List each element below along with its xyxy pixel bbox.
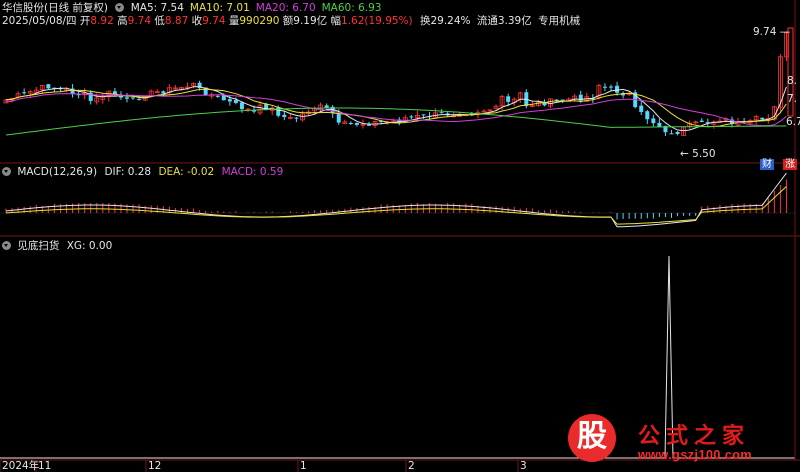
- signal-menu-icon[interactable]: [2, 241, 11, 250]
- quote-date: 2025/05/08/四: [2, 15, 77, 27]
- candle-body: [367, 124, 371, 126]
- amount-value: 9.19亿: [293, 15, 328, 27]
- candle-body: [22, 92, 27, 94]
- macd-indicator: [0, 172, 795, 228]
- ma-legend-item: MA20: 6.70: [255, 2, 316, 14]
- close-label: 收: [191, 15, 203, 27]
- macd-dea: DEA: -0.02: [158, 166, 215, 178]
- min-price-label: ← 5.50: [680, 148, 716, 160]
- rise-badge[interactable]: 涨: [783, 159, 798, 170]
- turnover-value: 换29.24%: [419, 15, 471, 27]
- axis-price-2: 7.: [787, 93, 798, 105]
- close-value: 9.74: [202, 15, 226, 27]
- indicator-menu-icon[interactable]: [115, 3, 125, 12]
- site-watermark: 股 公式之家 www.gszj100.com: [558, 412, 800, 472]
- candle-body: [760, 117, 765, 120]
- volume-value: 990290: [239, 15, 280, 27]
- candle-body: [282, 114, 287, 118]
- signal-xg: XG: 0.00: [66, 240, 113, 252]
- time-axis: [0, 0, 800, 472]
- candle-body: [439, 112, 444, 114]
- candle-body: [699, 120, 704, 122]
- ma-legend-item: MA10: 7.01: [189, 2, 250, 14]
- candle-body: [125, 97, 129, 99]
- candle-body: [639, 105, 644, 112]
- candle-body: [336, 114, 341, 123]
- candle-body: [651, 118, 656, 124]
- change-value: 1.62(19.95%): [341, 15, 413, 27]
- macd-dif: DIF: 0.28: [104, 166, 152, 178]
- logo-text: 公式之家: [638, 423, 751, 449]
- badge-group: 财 涨: [760, 152, 798, 171]
- low-label: 低: [154, 15, 165, 27]
- candle-body: [602, 86, 607, 88]
- dea-line: [5, 186, 787, 225]
- candle-body: [481, 110, 487, 113]
- ma-legend-item: MA60: 6.93: [321, 2, 382, 14]
- candle-body: [215, 95, 220, 97]
- macd-header: MACD(12,26,9) DIF: 0.28 DEA: -0.02 MACD:…: [2, 166, 283, 178]
- candle-body: [615, 85, 620, 93]
- candle-body: [227, 99, 232, 102]
- ma-legend: MA5: 7.54 MA10: 7.01 MA20: 6.70 MA60: 6.93: [131, 2, 388, 14]
- high-value: 9.74: [127, 15, 152, 27]
- x-axis-label: 12: [148, 460, 162, 472]
- dif-line: [5, 172, 787, 228]
- macd-title[interactable]: MACD(12,26,9): [17, 166, 97, 178]
- signal-title[interactable]: 见底扫货: [17, 240, 59, 252]
- volume-label: 量: [228, 15, 240, 27]
- quote-info: 2025/05/08/四 开8.92 高9.74 低8.87 收9.74 量99…: [2, 15, 580, 27]
- candle-body: [645, 111, 650, 120]
- candle-body: [354, 122, 359, 125]
- candle-body: [46, 84, 51, 89]
- candle-body: [542, 102, 547, 106]
- axis-price-3: 6.78: [786, 116, 800, 128]
- candle-body: [294, 117, 299, 119]
- moving-average-lines: [5, 86, 787, 136]
- open-value: 8.92: [90, 15, 114, 27]
- x-axis-label: 3: [520, 460, 527, 472]
- candle-body: [506, 96, 511, 102]
- x-axis-label: 2: [408, 460, 415, 472]
- candle-body: [675, 131, 680, 134]
- signal-header: 见底扫货 XG: 0.00: [2, 240, 112, 252]
- candle-body: [669, 133, 674, 135]
- candle-body: [348, 123, 353, 125]
- candle-body: [161, 91, 166, 94]
- low-value: 8.87: [164, 15, 189, 27]
- stock-title[interactable]: 华信股份(日线 前复权): [2, 2, 108, 14]
- logo-url: www.gszj100.com: [638, 448, 753, 462]
- macd-menu-icon[interactable]: [2, 167, 11, 176]
- x-axis-label: 2024年: [2, 460, 40, 472]
- open-label: 开: [79, 15, 91, 27]
- x-axis-label: 11: [38, 460, 52, 472]
- finance-badge[interactable]: 财: [760, 159, 774, 170]
- candle-body: [131, 97, 136, 99]
- logo-glyph: 股: [568, 414, 616, 462]
- candle-body: [233, 100, 238, 103]
- axis-price-1: 8.: [787, 75, 798, 87]
- max-price-label: 9.74 —: [753, 26, 791, 38]
- amount-label: 额: [282, 15, 294, 27]
- candle-body: [137, 99, 142, 101]
- candle-body: [657, 122, 662, 127]
- x-axis-label: 1: [300, 460, 307, 472]
- candle-body: [609, 86, 613, 88]
- macd-value: MACD: 0.59: [221, 166, 284, 178]
- chart-canvas: [0, 0, 800, 472]
- candle-body: [560, 99, 565, 101]
- candle-body: [239, 102, 244, 110]
- candle-body: [409, 116, 414, 118]
- float-value: 流通3.39亿: [476, 15, 532, 27]
- industry-value: 专用机械: [538, 15, 581, 27]
- ma-legend-item: MA5: 7.54: [130, 2, 184, 14]
- chart-header: 华信股份(日线 前复权) MA5: 7.54 MA10: 7.01 MA20: 6.…: [2, 2, 387, 14]
- change-label: 幅: [330, 15, 342, 27]
- candle-body: [421, 114, 426, 116]
- high-label: 高: [117, 15, 128, 27]
